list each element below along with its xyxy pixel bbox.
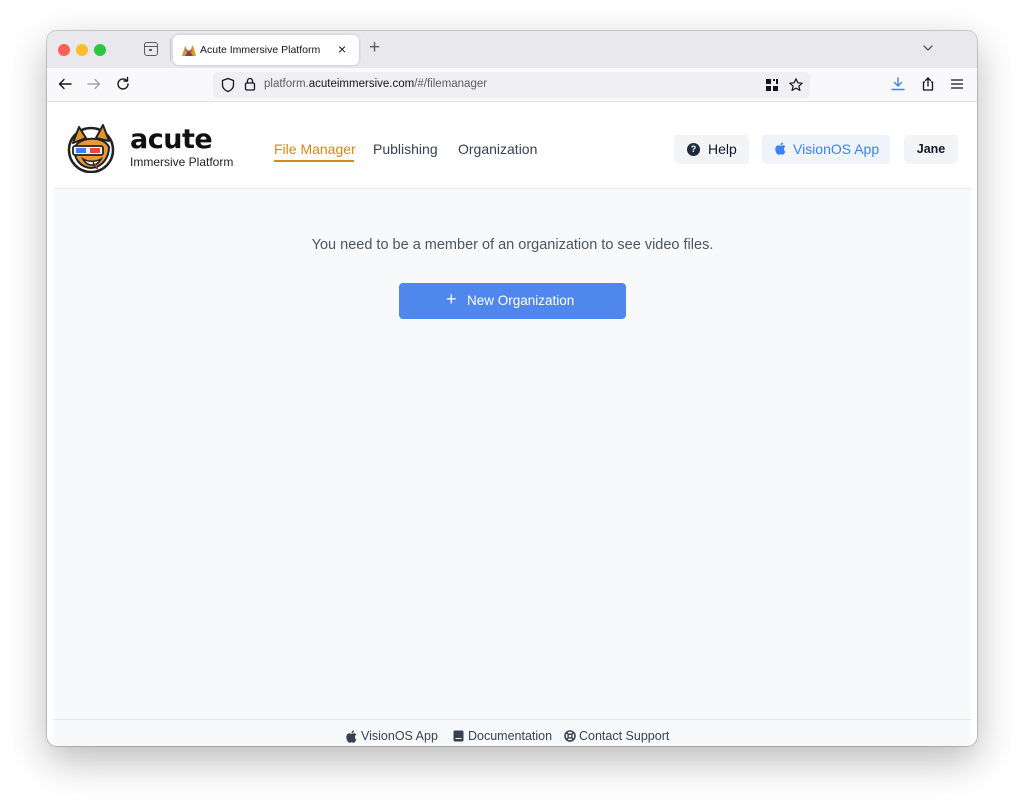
shield-icon[interactable] [221, 77, 235, 93]
empty-state-message: You need to be a member of an organizati… [311, 237, 714, 253]
visionos-app-button[interactable]: VisionOS App [762, 135, 890, 164]
nav-file-manager[interactable]: File Manager [274, 141, 356, 157]
url-prefix: platform. [264, 78, 309, 90]
plus-icon: + [446, 289, 457, 309]
navigation-toolbar: platform.acuteimmersive.com/#/filemanage… [47, 68, 977, 102]
active-nav-underline [274, 160, 354, 162]
footer-visionos-label: VisionOS App [361, 729, 438, 743]
share-icon[interactable] [920, 76, 936, 92]
brand-subtitle: Immersive Platform [130, 155, 234, 169]
fullscreen-window-button[interactable] [94, 44, 106, 56]
footer-contact-label: Contact Support [579, 729, 670, 743]
new-tab-button[interactable]: + [369, 38, 380, 58]
favicon-icon [182, 45, 196, 56]
minimize-window-button[interactable] [76, 44, 88, 56]
url-text[interactable]: platform.acuteimmersive.com/#/filemanage… [264, 78, 487, 90]
chevron-down-icon[interactable] [921, 41, 935, 55]
footer: VisionOS App Documentation Contact Suppo… [54, 719, 971, 746]
new-organization-label: New Organization [467, 293, 575, 308]
book-icon [453, 730, 464, 742]
browser-tab[interactable]: Acute Immersive Platform × [173, 35, 359, 65]
apple-icon [346, 730, 357, 743]
reload-icon[interactable] [115, 76, 131, 92]
url-path: /#/filemanager [414, 78, 488, 90]
back-arrow-icon[interactable] [57, 76, 73, 92]
tab-strip: Acute Immersive Platform × + [47, 31, 977, 68]
page-content: acute Immersive Platform File Manager Pu… [54, 102, 971, 746]
brand-name: acute [130, 124, 213, 155]
new-organization-button[interactable]: + New Organization [399, 283, 626, 319]
help-button[interactable]: ? Help [674, 135, 749, 164]
bookmark-star-icon[interactable] [788, 77, 804, 93]
apple-icon [775, 142, 786, 155]
footer-documentation-label: Documentation [468, 729, 553, 743]
tab-divider [170, 39, 171, 61]
help-label: Help [708, 141, 737, 157]
qr-code-icon[interactable] [764, 77, 780, 93]
download-icon[interactable] [890, 76, 906, 92]
visionos-label: VisionOS App [793, 141, 880, 157]
brand[interactable]: acute Immersive Platform [130, 124, 234, 170]
app-header: acute Immersive Platform File Manager Pu… [54, 102, 971, 189]
user-menu-button[interactable]: Jane [904, 135, 958, 164]
nav-publishing[interactable]: Publishing [373, 141, 438, 157]
nav-organization[interactable]: Organization [458, 141, 537, 157]
lifebuoy-icon [564, 730, 576, 742]
help-icon: ? [687, 143, 700, 156]
url-domain: acuteimmersive.com [308, 78, 415, 90]
tab-close-icon[interactable]: × [338, 41, 346, 57]
menu-icon[interactable] [949, 76, 965, 92]
logo-icon[interactable] [65, 123, 117, 173]
browser-window: Acute Immersive Platform × + platform.ac… [47, 31, 977, 746]
tab-list-icon[interactable] [143, 42, 158, 56]
lock-icon[interactable] [244, 77, 256, 91]
close-window-button[interactable] [58, 44, 70, 56]
tab-title: Acute Immersive Platform [200, 44, 321, 56]
user-name: Jane [916, 142, 946, 156]
url-bar[interactable]: platform.acuteimmersive.com/#/filemanage… [213, 72, 810, 98]
forward-arrow-icon[interactable] [86, 76, 102, 92]
